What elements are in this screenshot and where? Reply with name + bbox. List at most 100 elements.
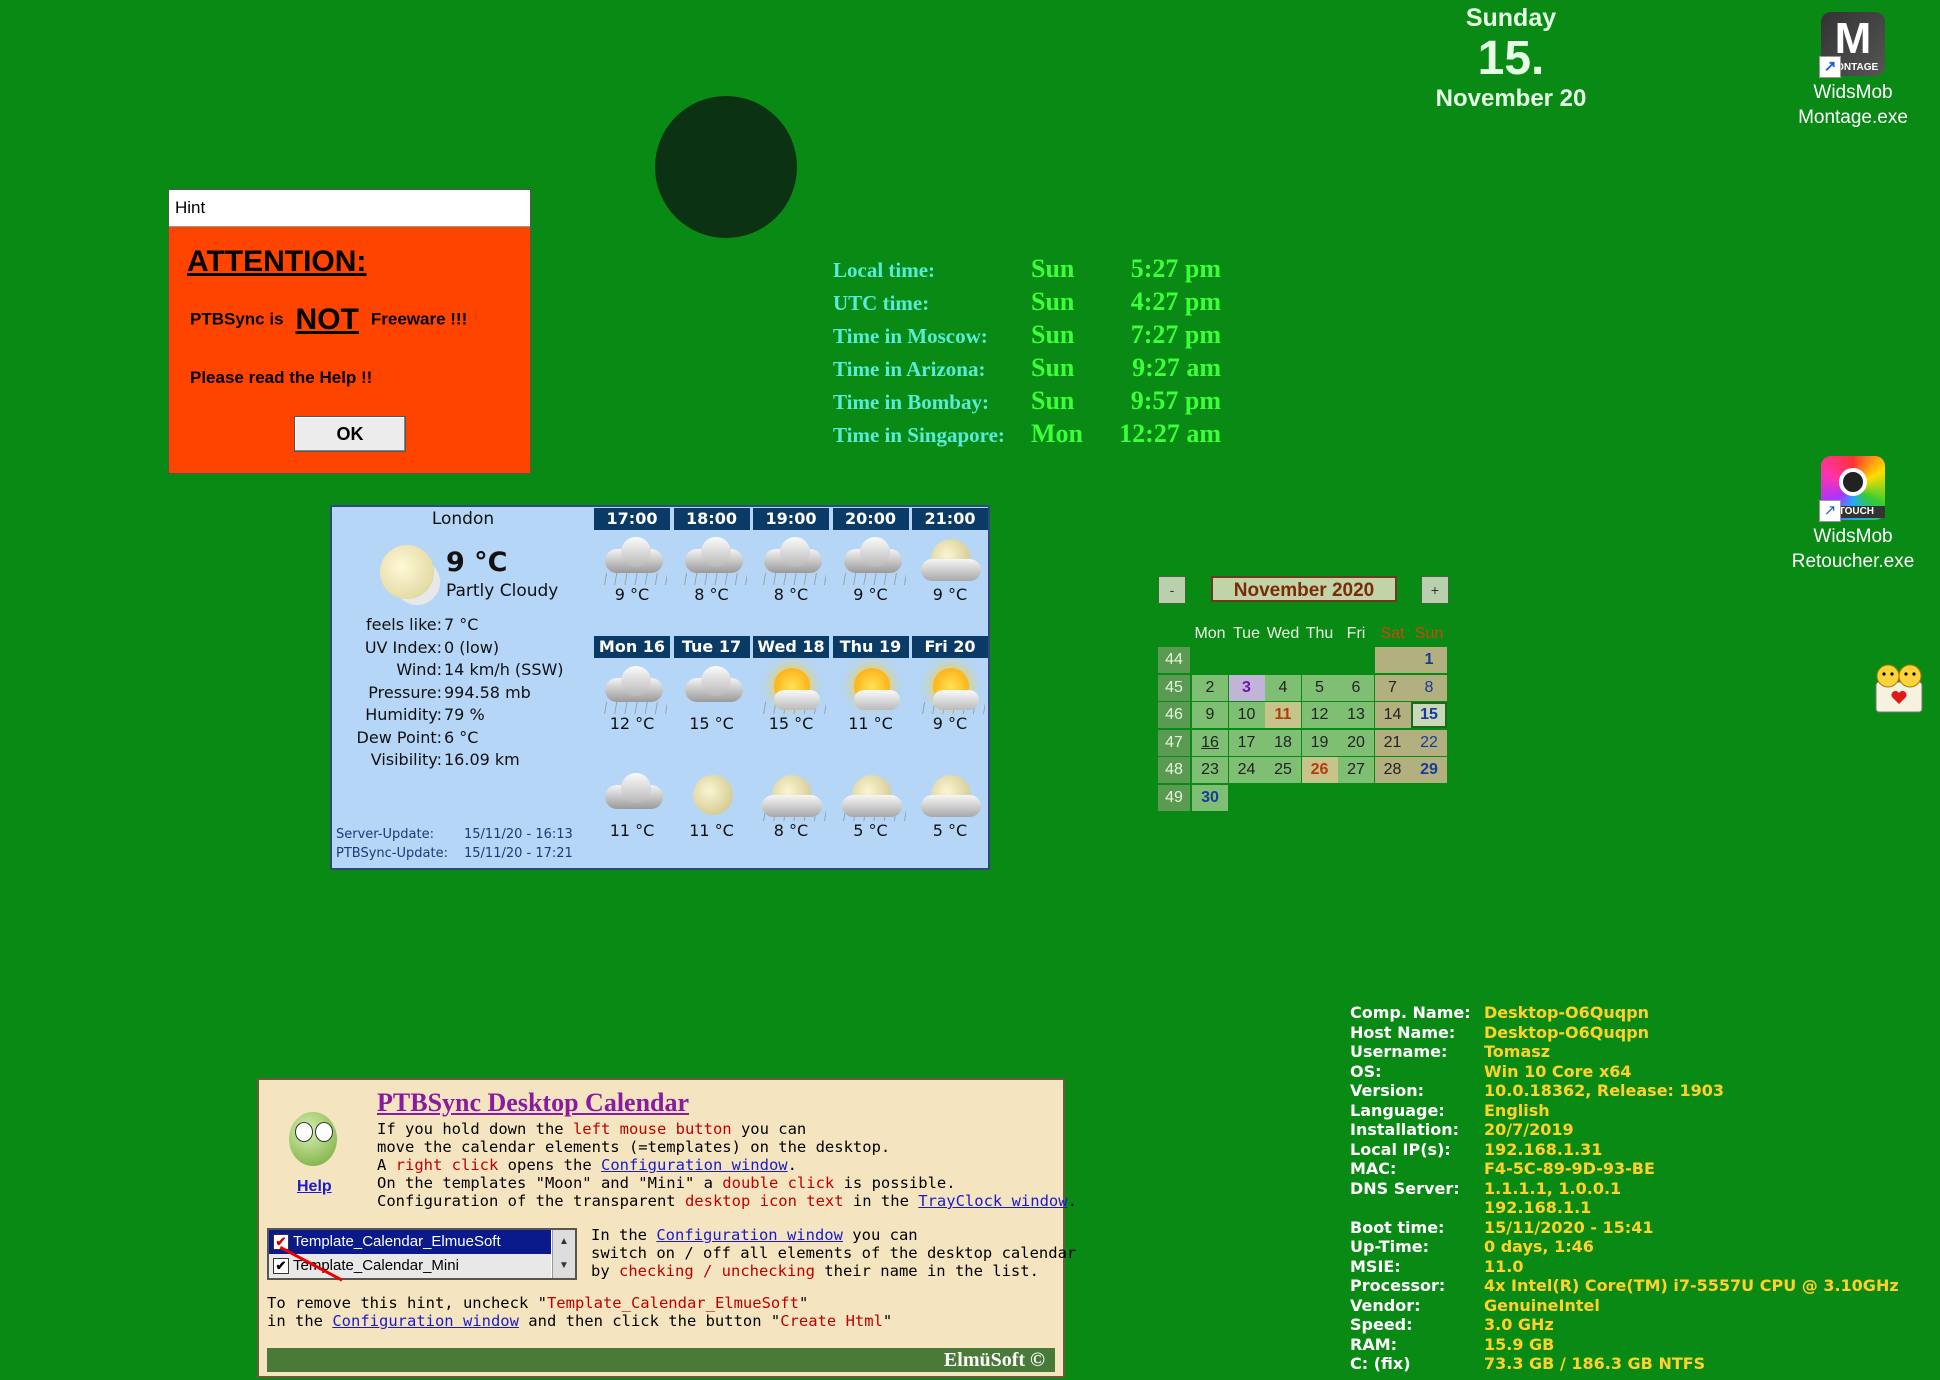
calendar-today[interactable]: 15 [1411, 702, 1447, 728]
calendar-day[interactable]: 10 [1228, 702, 1265, 728]
sysinfo-row: MSIE: 11.0 [1350, 1257, 1940, 1277]
sysinfo-row: Up-Time: 0 days, 1:46 [1350, 1237, 1940, 1257]
calendar-day[interactable]: 23 [1192, 757, 1228, 783]
info-line-3: A right click opens the Configuration wi… [377, 1156, 797, 1174]
calendar-day[interactable]: 28 [1374, 757, 1411, 783]
trayclock-window-link[interactable]: TrayClock window [918, 1192, 1067, 1210]
forecast-temp: 15 °C [689, 714, 734, 733]
calendar-day[interactable]: 7 [1374, 674, 1411, 701]
clock-day: Sun [1031, 254, 1075, 283]
cloud-rain-icon [597, 662, 667, 714]
calendar-day[interactable]: 3 [1228, 674, 1265, 701]
forecast-day-header: Tue 17 [673, 636, 750, 658]
weather-city: London [431, 509, 495, 529]
weather-detail-value: 16.09 km [444, 750, 520, 769]
sysinfo-key: Username: [1350, 1042, 1448, 1061]
calendar-day[interactable]: 1 [1411, 647, 1447, 673]
calendar-week-number: 48 [1158, 757, 1190, 783]
calendar-day[interactable]: 16 [1192, 729, 1228, 756]
desktop-icon-label-line1: WidsMob [1813, 526, 1893, 547]
calendar-day[interactable]: 21 [1374, 729, 1411, 756]
sysinfo-value: 192.168.1.1 [1484, 1198, 1592, 1217]
calendar-day[interactable]: 30 [1192, 784, 1228, 811]
hint-ok-button[interactable]: OK [294, 416, 406, 452]
weather-detail-key: UV Index: [364, 637, 442, 657]
sysinfo-key: Language: [1350, 1100, 1445, 1120]
calendar-weekday-header: Sat [1380, 625, 1405, 642]
calendar-week-number: 49 [1158, 784, 1190, 811]
configuration-window-link[interactable]: Configuration window [601, 1156, 788, 1174]
configuration-window-link[interactable]: Configuration window [656, 1226, 843, 1244]
sysinfo-value: 15.9 GB [1484, 1334, 1555, 1354]
calendar-day[interactable]: 29 [1411, 757, 1447, 783]
desktop-icon-montage[interactable]: M MONTAGE ↗ WidsMob Montage.exe [1788, 12, 1918, 130]
month-calendar: - November 2020 + Mon Tue Wed Thu Fri Sat Sun 4… [1158, 574, 1458, 814]
calendar-day[interactable]: 4 [1265, 674, 1301, 701]
desktop-icon-label-line2: Retoucher.exe [1791, 551, 1915, 572]
sysinfo-value: 11.0 [1484, 1256, 1524, 1276]
forecast-day-header: Wed 18 [753, 636, 829, 658]
calendar-prev-button[interactable]: - [1158, 576, 1186, 604]
template-list-item[interactable]: ✔ Template_Calendar_ElmueSoft [269, 1230, 551, 1254]
calendar-day[interactable]: 11 [1265, 702, 1301, 728]
sysinfo-row: Username: Tomasz [1350, 1042, 1940, 1062]
calendar-day[interactable]: 5 [1301, 674, 1338, 701]
desktop-icon-label-line1: WidsMob [1813, 82, 1893, 103]
forecast-cell: 5 °C [832, 769, 910, 841]
server-update-value: 15/11/20 - 16:13 [464, 827, 573, 842]
ptbsync-info-panel: Help PTBSync Desktop Calendar If you hol… [257, 1078, 1077, 1378]
sysinfo-value: 10.0.18362, Release: 1903 [1484, 1081, 1725, 1100]
forecast-cell: 9 °C [911, 662, 989, 734]
calendar-day[interactable]: 20 [1338, 729, 1374, 756]
couple-heart-icon[interactable] [1870, 660, 1928, 716]
calendar-day[interactable]: 19 [1301, 729, 1338, 756]
cloud-icon [677, 662, 747, 714]
calendar-day[interactable]: 17 [1228, 729, 1265, 756]
weather-detail-value: 6 °C [444, 727, 479, 747]
forecast-hour-header: 17:00 [594, 508, 670, 530]
forecast-cell: 11 °C [832, 662, 910, 734]
scroll-up-button[interactable]: ▲ [552, 1230, 575, 1254]
ptbsync-title: PTBSync Desktop Calendar [377, 1088, 690, 1117]
moon-phase-icon[interactable] [655, 96, 797, 238]
calendar-day[interactable]: 13 [1338, 702, 1374, 728]
sysinfo-value: 1.1.1.1, 1.0.0.1 [1484, 1178, 1622, 1198]
scroll-down-button[interactable]: ▼ [552, 1254, 575, 1278]
moon-icon [677, 769, 747, 821]
forecast-cell: 11 °C [593, 769, 671, 841]
forecast-hour-header: 21:00 [912, 508, 988, 530]
configuration-window-link[interactable]: Configuration window [332, 1312, 519, 1330]
calendar-day[interactable]: 8 [1411, 674, 1447, 701]
sysinfo-key: Boot time: [1350, 1217, 1445, 1237]
calendar-day[interactable]: 25 [1265, 757, 1301, 783]
calendar-day[interactable]: 18 [1265, 729, 1301, 756]
desktop-icon-retoucher[interactable]: ETOUCH ↗ WidsMob Retoucher.exe [1788, 456, 1918, 574]
checkbox-checked-icon[interactable]: ✔ [273, 1258, 289, 1274]
calendar-day[interactable]: 6 [1338, 674, 1374, 701]
forecast-cell: 8 °C [673, 533, 751, 605]
clock-label: Time in Bombay: [833, 390, 989, 414]
calendar-day[interactable]: 22 [1411, 729, 1447, 756]
help-link[interactable]: Help [297, 1178, 332, 1196]
calendar-day[interactable]: 24 [1228, 757, 1265, 783]
calendar-next-button[interactable]: + [1421, 576, 1449, 604]
calendar-empty-cell [1265, 647, 1301, 673]
forecast-temp: 5 °C [853, 821, 888, 840]
calendar-day[interactable]: 9 [1192, 702, 1228, 728]
calendar-day[interactable]: 27 [1338, 757, 1374, 783]
frog-mascot-icon [281, 1098, 345, 1178]
elmuesoft-footer: ElmüSoft © [267, 1348, 1055, 1372]
calendar-day[interactable]: 12 [1301, 702, 1338, 728]
info-line-2: move the calendar elements (=templates) … [377, 1138, 891, 1156]
remove-hint-line-2: in the Configuration window and then cli… [267, 1312, 893, 1330]
calendar-day[interactable]: 2 [1192, 674, 1228, 701]
calendar-day[interactable]: 14 [1374, 702, 1411, 728]
hint-dialog: Hint ATTENTION: PTBSync is NOT Freeware !!… [168, 189, 531, 474]
clock-row: Time in Singapore: Mon 12:27 am [833, 419, 1233, 452]
weather-widget: London 9 °C Partly Cloudy feels like: 7 °… [330, 505, 990, 870]
sysinfo-key: OS: [1350, 1061, 1382, 1081]
sysinfo-value: Win 10 Core x64 [1484, 1061, 1632, 1081]
forecast-cell: 9 °C [911, 533, 989, 605]
remove-hint-line-1: To remove this hint, uncheck "Template_C… [267, 1294, 809, 1312]
calendar-day[interactable]: 26 [1301, 757, 1338, 783]
